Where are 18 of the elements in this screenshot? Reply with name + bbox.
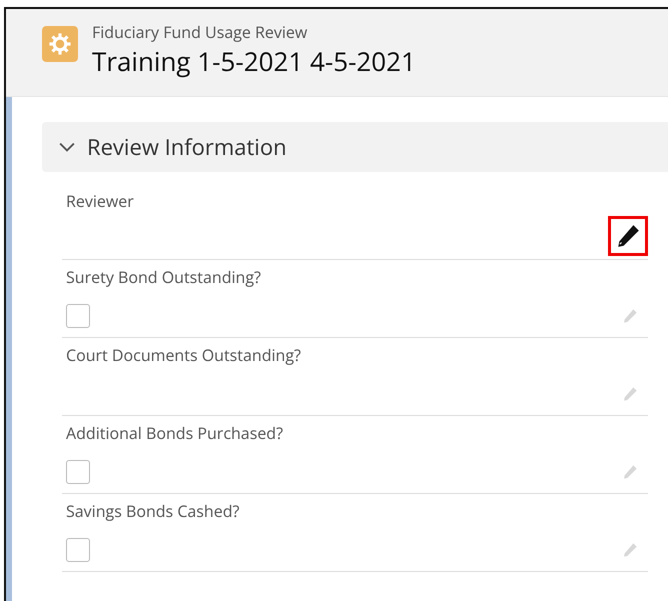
chevron-icon (59, 141, 75, 153)
record-title: Training 1-5-2021 4-5-2021 (92, 43, 416, 79)
field-label: Additional Bonds Purchased? (66, 422, 284, 444)
checkbox[interactable] (66, 304, 90, 328)
field-label: Savings Bonds Cashed? (66, 500, 240, 522)
pencil-icon[interactable] (622, 386, 638, 402)
pencil-icon[interactable] (622, 308, 638, 324)
edit-button[interactable] (608, 216, 648, 256)
pencil-icon[interactable] (622, 464, 638, 480)
section-header[interactable]: Review Information (42, 122, 668, 172)
object-type-label: Fiduciary Fund Usage Review (92, 21, 308, 43)
field-label: Reviewer (66, 190, 135, 212)
field-label: Surety Bond Outstanding? (66, 266, 262, 288)
checkbox[interactable] (66, 460, 90, 484)
pencil-icon[interactable] (622, 542, 638, 558)
field-label: Court Documents Outstanding? (66, 344, 302, 366)
gear-icon (42, 26, 78, 62)
checkbox[interactable] (66, 538, 90, 562)
